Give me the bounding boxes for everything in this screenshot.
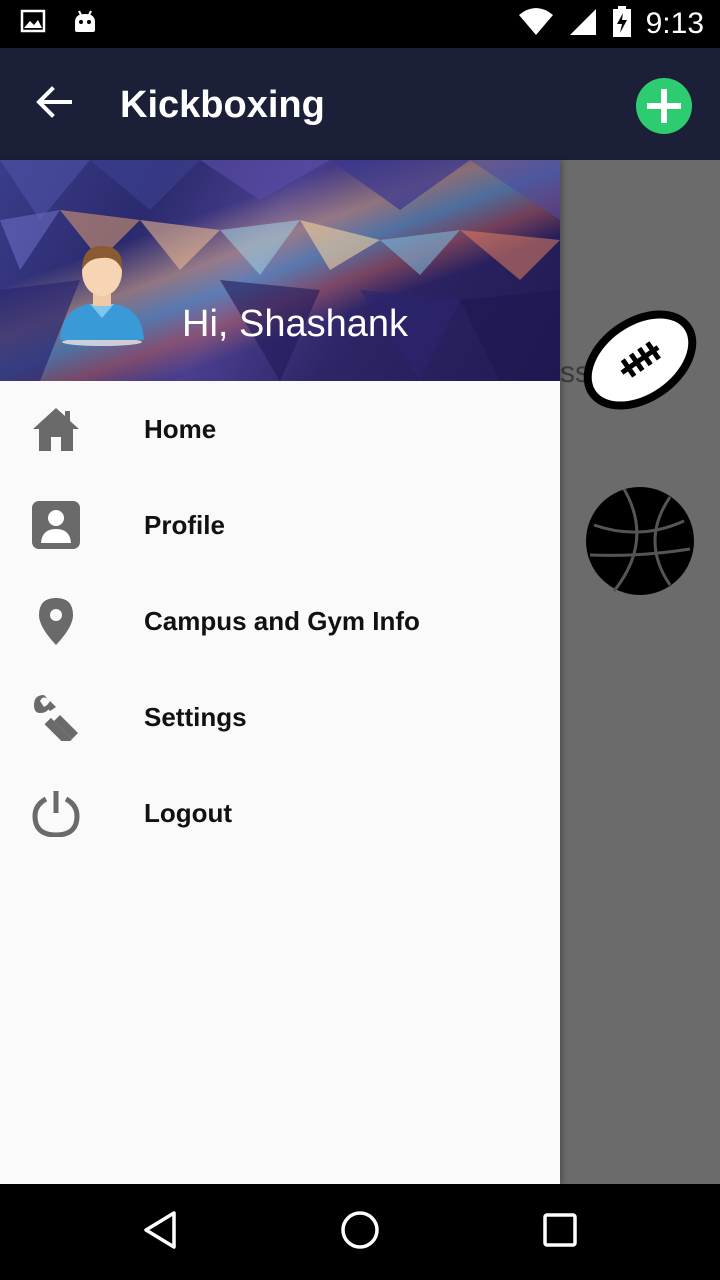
signal-icon	[568, 7, 598, 41]
profile-icon	[32, 501, 80, 549]
back-button[interactable]	[30, 82, 78, 126]
menu-item-label: Profile	[144, 509, 225, 540]
arrow-left-icon	[36, 86, 72, 122]
menu-item-profile[interactable]: Profile	[0, 477, 560, 573]
plus-circle-icon	[646, 88, 682, 124]
nav-back-button[interactable]	[136, 1208, 184, 1256]
menu-item-label: Settings	[144, 701, 247, 732]
menu-item-settings[interactable]: Settings	[0, 669, 560, 765]
menu-item-label: Logout	[144, 797, 233, 828]
navigation-drawer: Hi, Shashank Home Profile Campus and Gym…	[0, 160, 560, 1184]
avatar	[56, 242, 148, 346]
image-icon	[20, 8, 46, 38]
nav-home-button[interactable]	[336, 1208, 384, 1256]
menu-item-label: Home	[144, 413, 217, 444]
drawer-header: Hi, Shashank	[0, 160, 560, 381]
status-bar: 9:13	[0, 0, 720, 48]
status-right: 9:13	[518, 6, 704, 42]
location-pin-icon	[32, 597, 80, 645]
home-icon	[32, 405, 80, 453]
back-triangle-icon	[140, 1210, 180, 1254]
drawer-menu: Home Profile Campus and Gym Info Setting…	[0, 381, 560, 861]
system-nav-bar	[0, 1184, 720, 1280]
android-icon	[72, 8, 98, 38]
home-circle-icon	[340, 1210, 380, 1254]
status-left	[20, 8, 98, 38]
menu-item-label: Campus and Gym Info	[144, 605, 420, 636]
battery-charging-icon	[612, 6, 632, 42]
menu-item-home[interactable]: Home	[0, 381, 560, 477]
wifi-icon	[518, 7, 554, 41]
app-bar: Kickboxing	[0, 48, 720, 160]
football-icon	[578, 298, 702, 426]
recents-square-icon	[540, 1210, 580, 1254]
status-time: 9:13	[645, 7, 704, 40]
wrench-icon	[32, 693, 80, 741]
power-icon	[32, 789, 80, 837]
menu-item-campus-gym-info[interactable]: Campus and Gym Info	[0, 573, 560, 669]
add-button[interactable]	[636, 78, 692, 134]
greeting-text: Hi, Shashank	[182, 303, 409, 345]
menu-item-logout[interactable]: Logout	[0, 765, 560, 861]
basketball-icon	[584, 485, 696, 601]
nav-recents-button[interactable]	[536, 1208, 584, 1256]
page-title: Kickboxing	[120, 84, 325, 126]
